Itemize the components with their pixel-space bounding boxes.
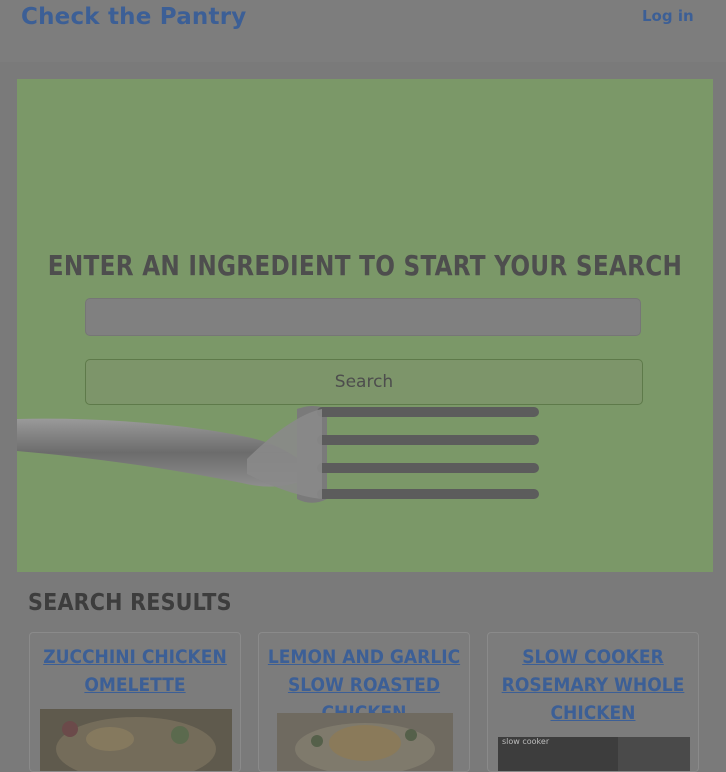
hero-heading: Enter an ingredient to start your search — [47, 249, 683, 282]
recipe-title-link[interactable]: Slow Cooker Rosemary Whole Chicken — [488, 643, 698, 727]
roasted-chicken-photo — [277, 713, 453, 771]
recipe-image[interactable] — [40, 709, 232, 771]
recipe-image[interactable] — [277, 713, 453, 771]
recipe-card[interactable]: Lemon and Garlic Slow Roasted Chicken — [258, 632, 470, 772]
recipe-title-link[interactable]: Zucchini Chicken Omelette — [30, 643, 240, 699]
omelette-photo — [40, 709, 232, 771]
top-navbar: Check the Pantry Log in — [0, 0, 726, 62]
recipe-card[interactable]: Zucchini Chicken Omelette — [29, 632, 241, 772]
search-results-heading: Search Results — [28, 590, 232, 616]
brand-link[interactable]: Check the Pantry — [21, 4, 246, 30]
hero-section: Enter an ingredient to start your search… — [17, 79, 713, 572]
login-link[interactable]: Log in — [642, 7, 694, 25]
image-caption: slow cooker — [502, 737, 550, 746]
recipe-image[interactable]: slow cooker — [498, 737, 690, 771]
ingredient-search-input[interactable] — [85, 298, 641, 336]
search-button[interactable]: Search — [85, 359, 643, 405]
recipe-card[interactable]: Slow Cooker Rosemary Whole Chicken slow … — [487, 632, 699, 772]
